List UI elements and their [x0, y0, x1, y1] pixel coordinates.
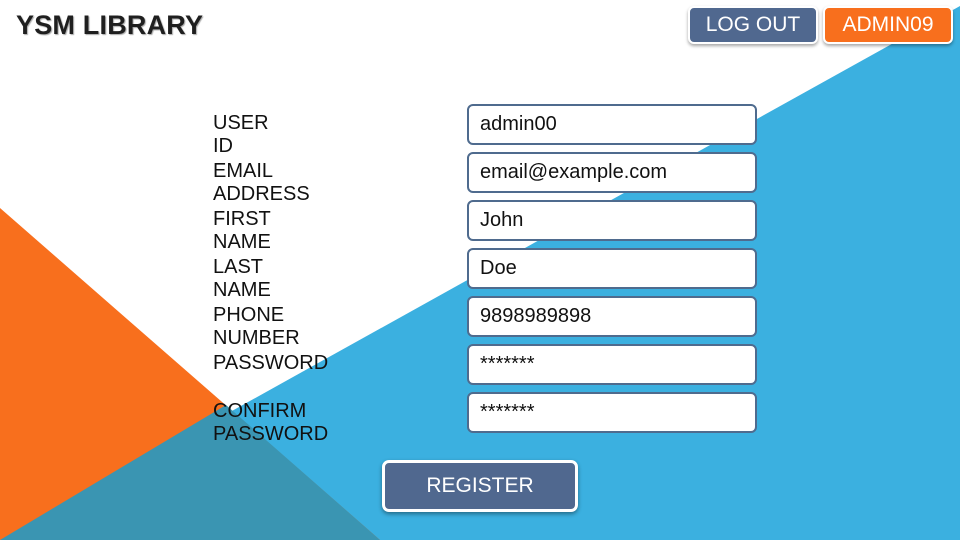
email-label: EMAIL ADDRESS: [213, 160, 310, 205]
first-name-field[interactable]: John: [467, 200, 757, 241]
logout-button[interactable]: LOG OUT: [688, 6, 818, 44]
last-name-label: LAST NAME: [213, 256, 271, 301]
phone-number-label: PHONE NUMBER: [213, 304, 300, 349]
confirm-password-label: CONFIRM PASSWORD: [213, 400, 329, 445]
password-field[interactable]: *******: [467, 344, 757, 385]
phone-number-field[interactable]: 9898989898: [467, 296, 757, 337]
confirm-password-field[interactable]: *******: [467, 392, 757, 433]
app-logo: YSM LIBRARY: [16, 10, 204, 40]
password-label: PASSWORD: [213, 352, 329, 374]
first-name-label: FIRST NAME: [213, 208, 271, 253]
last-name-field[interactable]: Doe: [467, 248, 757, 289]
user-id-field[interactable]: admin00: [467, 104, 757, 145]
user-account-button[interactable]: ADMIN09: [823, 6, 953, 44]
user-id-label: USER ID: [213, 112, 269, 157]
email-field[interactable]: email@example.com: [467, 152, 757, 193]
register-button[interactable]: REGISTER: [382, 460, 578, 512]
